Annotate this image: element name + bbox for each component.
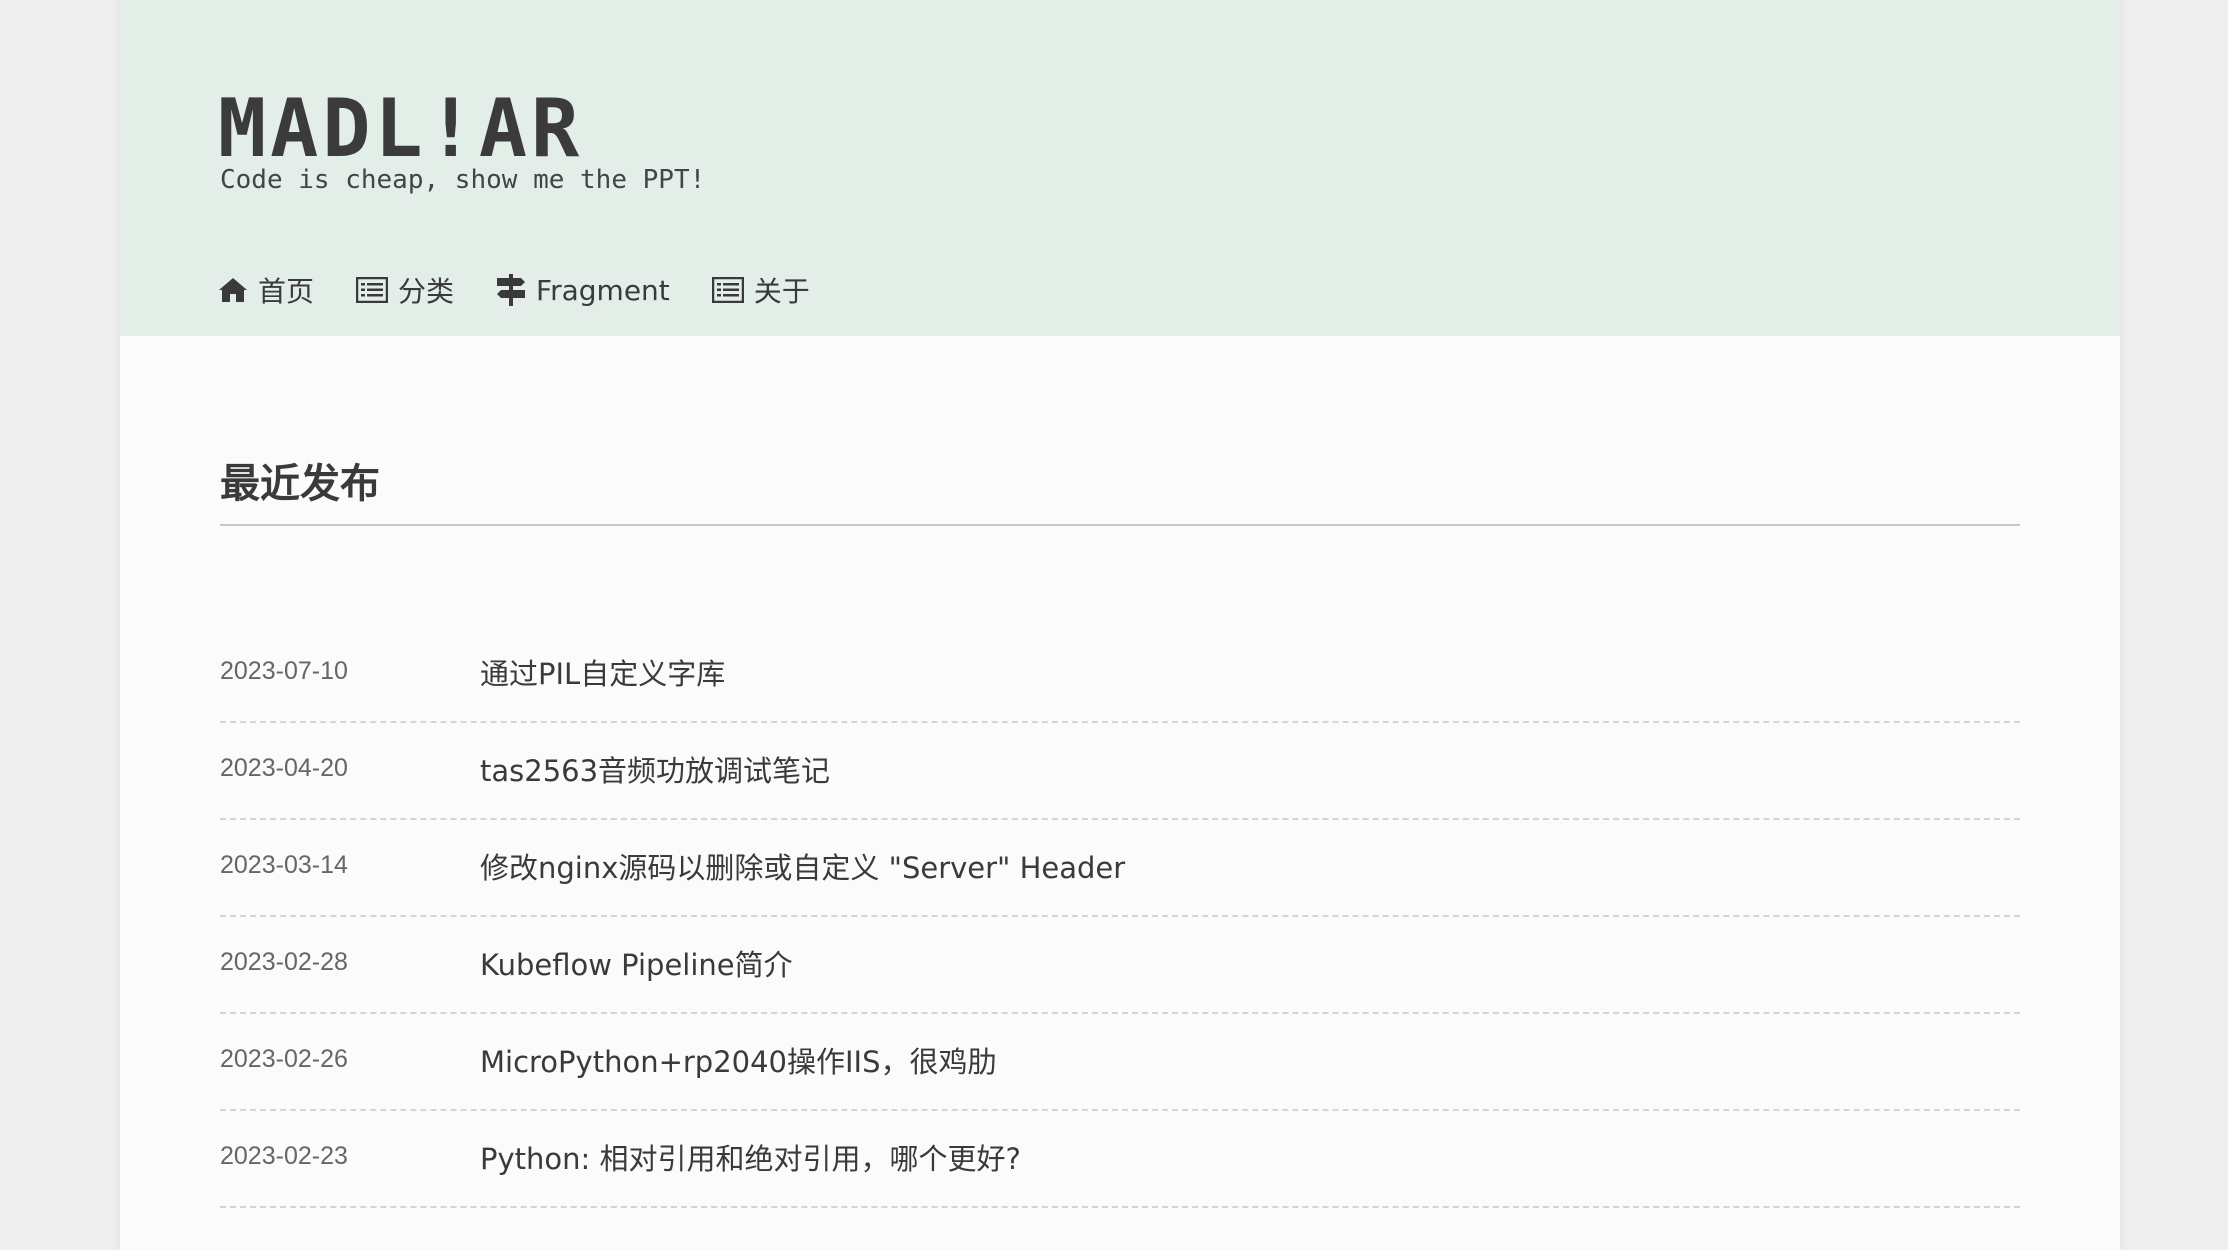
- nav-item-home[interactable]: 首页: [218, 270, 314, 310]
- post-date: 2023-04-20: [220, 754, 348, 782]
- post-link[interactable]: Kubeflow Pipeline简介: [480, 942, 793, 984]
- home-icon: [219, 278, 247, 302]
- nav-item-about[interactable]: 关于: [711, 270, 810, 310]
- post-link[interactable]: tas2563音频功放调试笔记: [480, 748, 830, 790]
- nav-item-categories[interactable]: 分类: [356, 270, 454, 310]
- nav-item-fragment[interactable]: Fragment: [496, 274, 670, 307]
- post-date: 2023-07-10: [220, 657, 348, 685]
- post-date: 2023-02-26: [220, 1045, 348, 1073]
- post-date: 2023-02-28: [220, 948, 348, 976]
- site-tagline: Code is cheap, show me the PPT!: [220, 165, 706, 195]
- post-link[interactable]: Python: 相对引用和绝对引用，哪个更好?: [480, 1136, 1021, 1178]
- site-logo[interactable]: MADL!AR: [218, 84, 583, 174]
- page-container: MADL!AR Code is cheap, show me the PPT! …: [120, 0, 2120, 1250]
- post-link[interactable]: MicroPython+rp2040操作IIS，很鸡肋: [480, 1039, 997, 1081]
- list-item: 2023-04-20 tas2563音频功放调试笔记: [220, 723, 2020, 820]
- nav-item-label: 关于: [753, 275, 810, 308]
- nav-item-label: 分类: [398, 275, 455, 308]
- signpost-icon: [497, 274, 526, 306]
- post-list: 2023-07-10 通过PIL自定义字库 2023-04-20 tas2563…: [220, 626, 2020, 1208]
- section-divider: [220, 524, 2020, 526]
- list-item: 2023-02-28 Kubeflow Pipeline简介: [220, 917, 2020, 1014]
- post-date: 2023-03-14: [220, 851, 348, 879]
- list-icon: [356, 277, 389, 303]
- post-link[interactable]: 修改nginx源码以删除或自定义 "Server" Header: [480, 845, 1125, 887]
- list-item: 2023-03-14 修改nginx源码以删除或自定义 "Server" Hea…: [220, 820, 2020, 917]
- post-date: 2023-02-23: [220, 1142, 348, 1170]
- nav-item-label: 首页: [258, 275, 315, 308]
- list-item: 2023-02-23 Python: 相对引用和绝对引用，哪个更好?: [220, 1111, 2020, 1208]
- post-link[interactable]: 通过PIL自定义字库: [480, 651, 725, 693]
- list-icon: [711, 277, 744, 303]
- list-item: 2023-02-26 MicroPython+rp2040操作IIS，很鸡肋: [220, 1014, 2020, 1111]
- site-header: MADL!AR Code is cheap, show me the PPT! …: [120, 0, 2120, 336]
- main-nav: 首页 分类 Fragment 关于: [218, 268, 852, 312]
- list-item: 2023-07-10 通过PIL自定义字库: [220, 626, 2020, 723]
- section-title: 最近发布: [220, 461, 380, 507]
- nav-item-label: Fragment: [536, 273, 670, 307]
